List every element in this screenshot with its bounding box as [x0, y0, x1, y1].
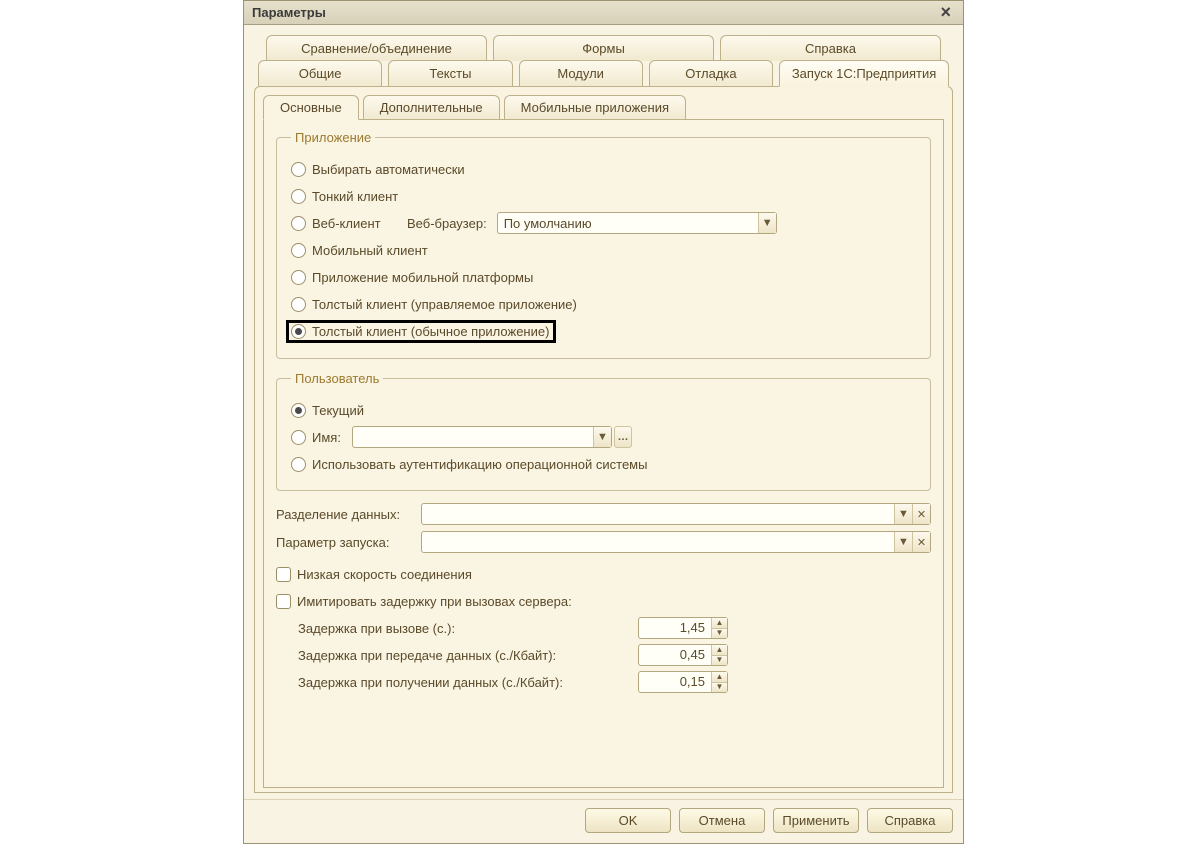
tab-texts[interactable]: Тексты: [388, 60, 512, 87]
radio-mobile[interactable]: [291, 243, 306, 258]
group-application: Приложение Выбирать автоматически Тонкий…: [276, 130, 931, 359]
subtab-mobile-apps[interactable]: Мобильные приложения: [504, 95, 686, 120]
group-user-legend: Пользователь: [291, 371, 383, 386]
subtab-main[interactable]: Основные: [263, 95, 359, 120]
label-delay-recv: Задержка при получении данных (с./Кбайт)…: [298, 675, 638, 690]
tab-modules[interactable]: Модули: [519, 60, 643, 87]
tab-debug[interactable]: Отладка: [649, 60, 773, 87]
label-thick-ordinary: Толстый клиент (обычное приложение): [312, 324, 549, 339]
browser-combo[interactable]: По умолчанию ▼: [497, 212, 777, 234]
main-subpage: Приложение Выбирать автоматически Тонкий…: [263, 119, 944, 788]
label-mobile-platform: Приложение мобильной платформы: [312, 270, 533, 285]
chevron-down-icon[interactable]: ▼: [894, 504, 912, 524]
help-button[interactable]: Справка: [867, 808, 953, 833]
close-icon[interactable]: ×: [936, 2, 955, 23]
clear-icon[interactable]: ✕: [912, 532, 930, 552]
label-imitate-delay: Имитировать задержку при вызовах сервера…: [297, 594, 572, 609]
label-thick-managed: Толстый клиент (управляемое приложение): [312, 297, 577, 312]
label-low-speed: Низкая скорость соединения: [297, 567, 472, 582]
label-current-user: Текущий: [312, 403, 364, 418]
delay-call-field[interactable]: 1,45 ▲▼: [638, 617, 728, 639]
spin-up-icon[interactable]: ▲: [712, 645, 727, 656]
radio-mobile-platform[interactable]: [291, 270, 306, 285]
delay-recv-field[interactable]: 0,15 ▲▼: [638, 671, 728, 693]
clear-icon[interactable]: ✕: [912, 504, 930, 524]
label-os-auth: Использовать аутентификацию операционной…: [312, 457, 647, 472]
label-split-data: Разделение данных:: [276, 507, 421, 522]
dialog-footer: OK Отмена Применить Справка: [244, 799, 963, 843]
radio-thin[interactable]: [291, 189, 306, 204]
tab-compare[interactable]: Сравнение/объединение: [266, 35, 487, 61]
spinner[interactable]: ▲▼: [711, 645, 727, 665]
label-name-user: Имя:: [312, 430, 352, 445]
subtab-additional[interactable]: Дополнительные: [363, 95, 500, 120]
spin-up-icon[interactable]: ▲: [712, 618, 727, 629]
label-launch-param: Параметр запуска:: [276, 535, 421, 550]
tab-row-upper: Сравнение/объединение Формы Справка: [254, 35, 953, 61]
dialog-content: Сравнение/объединение Формы Справка Общи…: [244, 25, 963, 799]
tab-launch-1c[interactable]: Запуск 1С:Предприятия: [779, 60, 949, 87]
tab-general[interactable]: Общие: [258, 60, 382, 87]
radio-thick-ordinary[interactable]: [291, 324, 306, 339]
delay-send-field[interactable]: 0,45 ▲▼: [638, 644, 728, 666]
group-application-legend: Приложение: [291, 130, 375, 145]
chevron-down-icon[interactable]: ▼: [593, 427, 611, 447]
parameters-dialog: Параметры × Сравнение/объединение Формы …: [243, 0, 964, 844]
selected-highlight: Толстый клиент (обычное приложение): [286, 320, 556, 343]
delay-send-value: 0,45: [639, 645, 711, 665]
split-data-combo[interactable]: ▼ ✕: [421, 503, 931, 525]
radio-web[interactable]: [291, 216, 306, 231]
label-web: Веб-клиент: [312, 216, 407, 231]
user-name-combo[interactable]: ▼: [352, 426, 612, 448]
window-title: Параметры: [252, 5, 326, 20]
spinner[interactable]: ▲▼: [711, 618, 727, 638]
label-delay-call: Задержка при вызове (с.):: [298, 621, 638, 636]
delay-call-value: 1,45: [639, 618, 711, 638]
label-auto: Выбирать автоматически: [312, 162, 465, 177]
browser-combo-value: По умолчанию: [498, 216, 758, 231]
ok-button[interactable]: OK: [585, 808, 671, 833]
spin-down-icon[interactable]: ▼: [712, 683, 727, 693]
tab-row-lower: Общие Тексты Модули Отладка Запуск 1С:Пр…: [254, 60, 953, 87]
subtab-row: Основные Дополнительные Мобильные прилож…: [263, 95, 944, 120]
spin-down-icon[interactable]: ▼: [712, 629, 727, 639]
check-imitate-delay[interactable]: [276, 594, 291, 609]
chevron-down-icon[interactable]: ▼: [894, 532, 912, 552]
launch-page: Основные Дополнительные Мобильные прилож…: [254, 86, 953, 793]
spin-up-icon[interactable]: ▲: [712, 672, 727, 683]
radio-name-user[interactable]: [291, 430, 306, 445]
user-name-browse[interactable]: …: [614, 426, 632, 448]
spinner[interactable]: ▲▼: [711, 672, 727, 692]
label-mobile: Мобильный клиент: [312, 243, 428, 258]
spin-down-icon[interactable]: ▼: [712, 656, 727, 666]
label-delay-send: Задержка при передаче данных (с./Кбайт):: [298, 648, 638, 663]
launch-param-combo[interactable]: ▼ ✕: [421, 531, 931, 553]
tab-help[interactable]: Справка: [720, 35, 941, 61]
tab-forms[interactable]: Формы: [493, 35, 714, 61]
delay-recv-value: 0,15: [639, 672, 711, 692]
row-launch-param: Параметр запуска: ▼ ✕: [276, 531, 931, 553]
radio-os-auth[interactable]: [291, 457, 306, 472]
row-split-data: Разделение данных: ▼ ✕: [276, 503, 931, 525]
cancel-button[interactable]: Отмена: [679, 808, 765, 833]
label-thin: Тонкий клиент: [312, 189, 398, 204]
radio-thick-managed[interactable]: [291, 297, 306, 312]
apply-button[interactable]: Применить: [773, 808, 859, 833]
group-user: Пользователь Текущий Имя: ▼ …: [276, 371, 931, 491]
radio-current-user[interactable]: [291, 403, 306, 418]
radio-auto[interactable]: [291, 162, 306, 177]
check-low-speed[interactable]: [276, 567, 291, 582]
chevron-down-icon[interactable]: ▼: [758, 213, 776, 233]
label-browser: Веб-браузер:: [407, 216, 487, 231]
titlebar: Параметры ×: [244, 1, 963, 25]
